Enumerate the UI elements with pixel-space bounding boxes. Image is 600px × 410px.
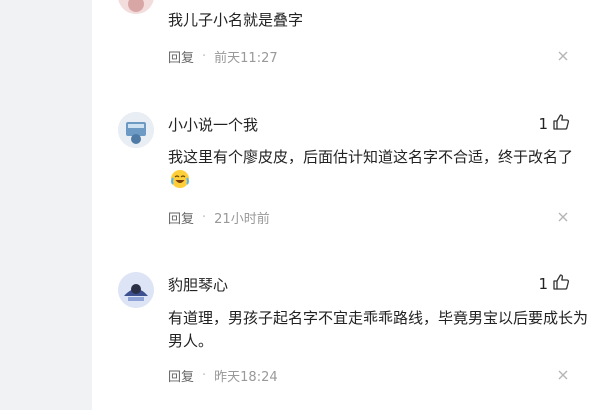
comment-time: 前天11:27	[214, 51, 278, 66]
meta-separator: ·	[202, 368, 207, 383]
thumbs-up-icon	[552, 273, 570, 295]
username[interactable]: 小小说一个我	[168, 114, 258, 135]
comment-item: 小小说一个我 1 我这里有个廖皮皮，后面估计知道这名字不合适，终于改名了 回复 …	[92, 100, 600, 240]
meta-separator: ·	[202, 49, 207, 64]
like-button[interactable]: 1	[538, 113, 570, 135]
avatar[interactable]	[118, 272, 154, 308]
comment-meta: 回复 · 前天11:27	[168, 47, 278, 66]
username[interactable]: 豹胆琴心	[168, 274, 228, 295]
avatar[interactable]	[118, 0, 154, 14]
close-icon[interactable]	[556, 209, 570, 223]
comment-text: 有道理，男孩子起名字不宜走乖乖路线，毕竟男宝以后要成长为男人。	[168, 309, 589, 350]
like-count: 1	[538, 275, 548, 293]
close-icon[interactable]	[556, 367, 570, 381]
comment-item: 豹胆琴心 1 有道理，男孩子起名字不宜走乖乖路线，毕竟男宝以后要成长为男人。 回…	[92, 262, 600, 410]
comment-text: 我儿子小名就是叠字	[168, 11, 304, 29]
like-count: 1	[538, 115, 548, 133]
reply-button[interactable]: 回复	[168, 208, 194, 227]
reply-button[interactable]: 回复	[168, 47, 194, 66]
comment-time: 昨天18:24	[214, 370, 278, 385]
close-icon[interactable]	[556, 48, 570, 62]
reply-button[interactable]: 回复	[168, 366, 194, 385]
comment-time: 21小时前	[214, 212, 270, 227]
comment-meta: 回复 · 昨天18:24	[168, 366, 278, 385]
comment-item: 我儿子小名就是叠字 回复 · 前天11:27	[92, 0, 600, 80]
laughing-crying-emoji-icon	[170, 169, 190, 189]
comment-panel: 我儿子小名就是叠字 回复 · 前天11:27 小小说一个我 1 我这里有个廖皮皮…	[92, 0, 600, 410]
avatar[interactable]	[118, 112, 154, 148]
comment-meta: 回复 · 21小时前	[168, 208, 270, 227]
comment-text: 我这里有个廖皮皮，后面估计知道这名字不合适，终于改名了	[168, 146, 588, 192]
comment-text-content: 我这里有个廖皮皮，后面估计知道这名字不合适，终于改名了	[168, 148, 574, 166]
meta-separator: ·	[202, 210, 207, 225]
like-button[interactable]: 1	[538, 273, 570, 295]
thumbs-up-icon	[552, 113, 570, 135]
